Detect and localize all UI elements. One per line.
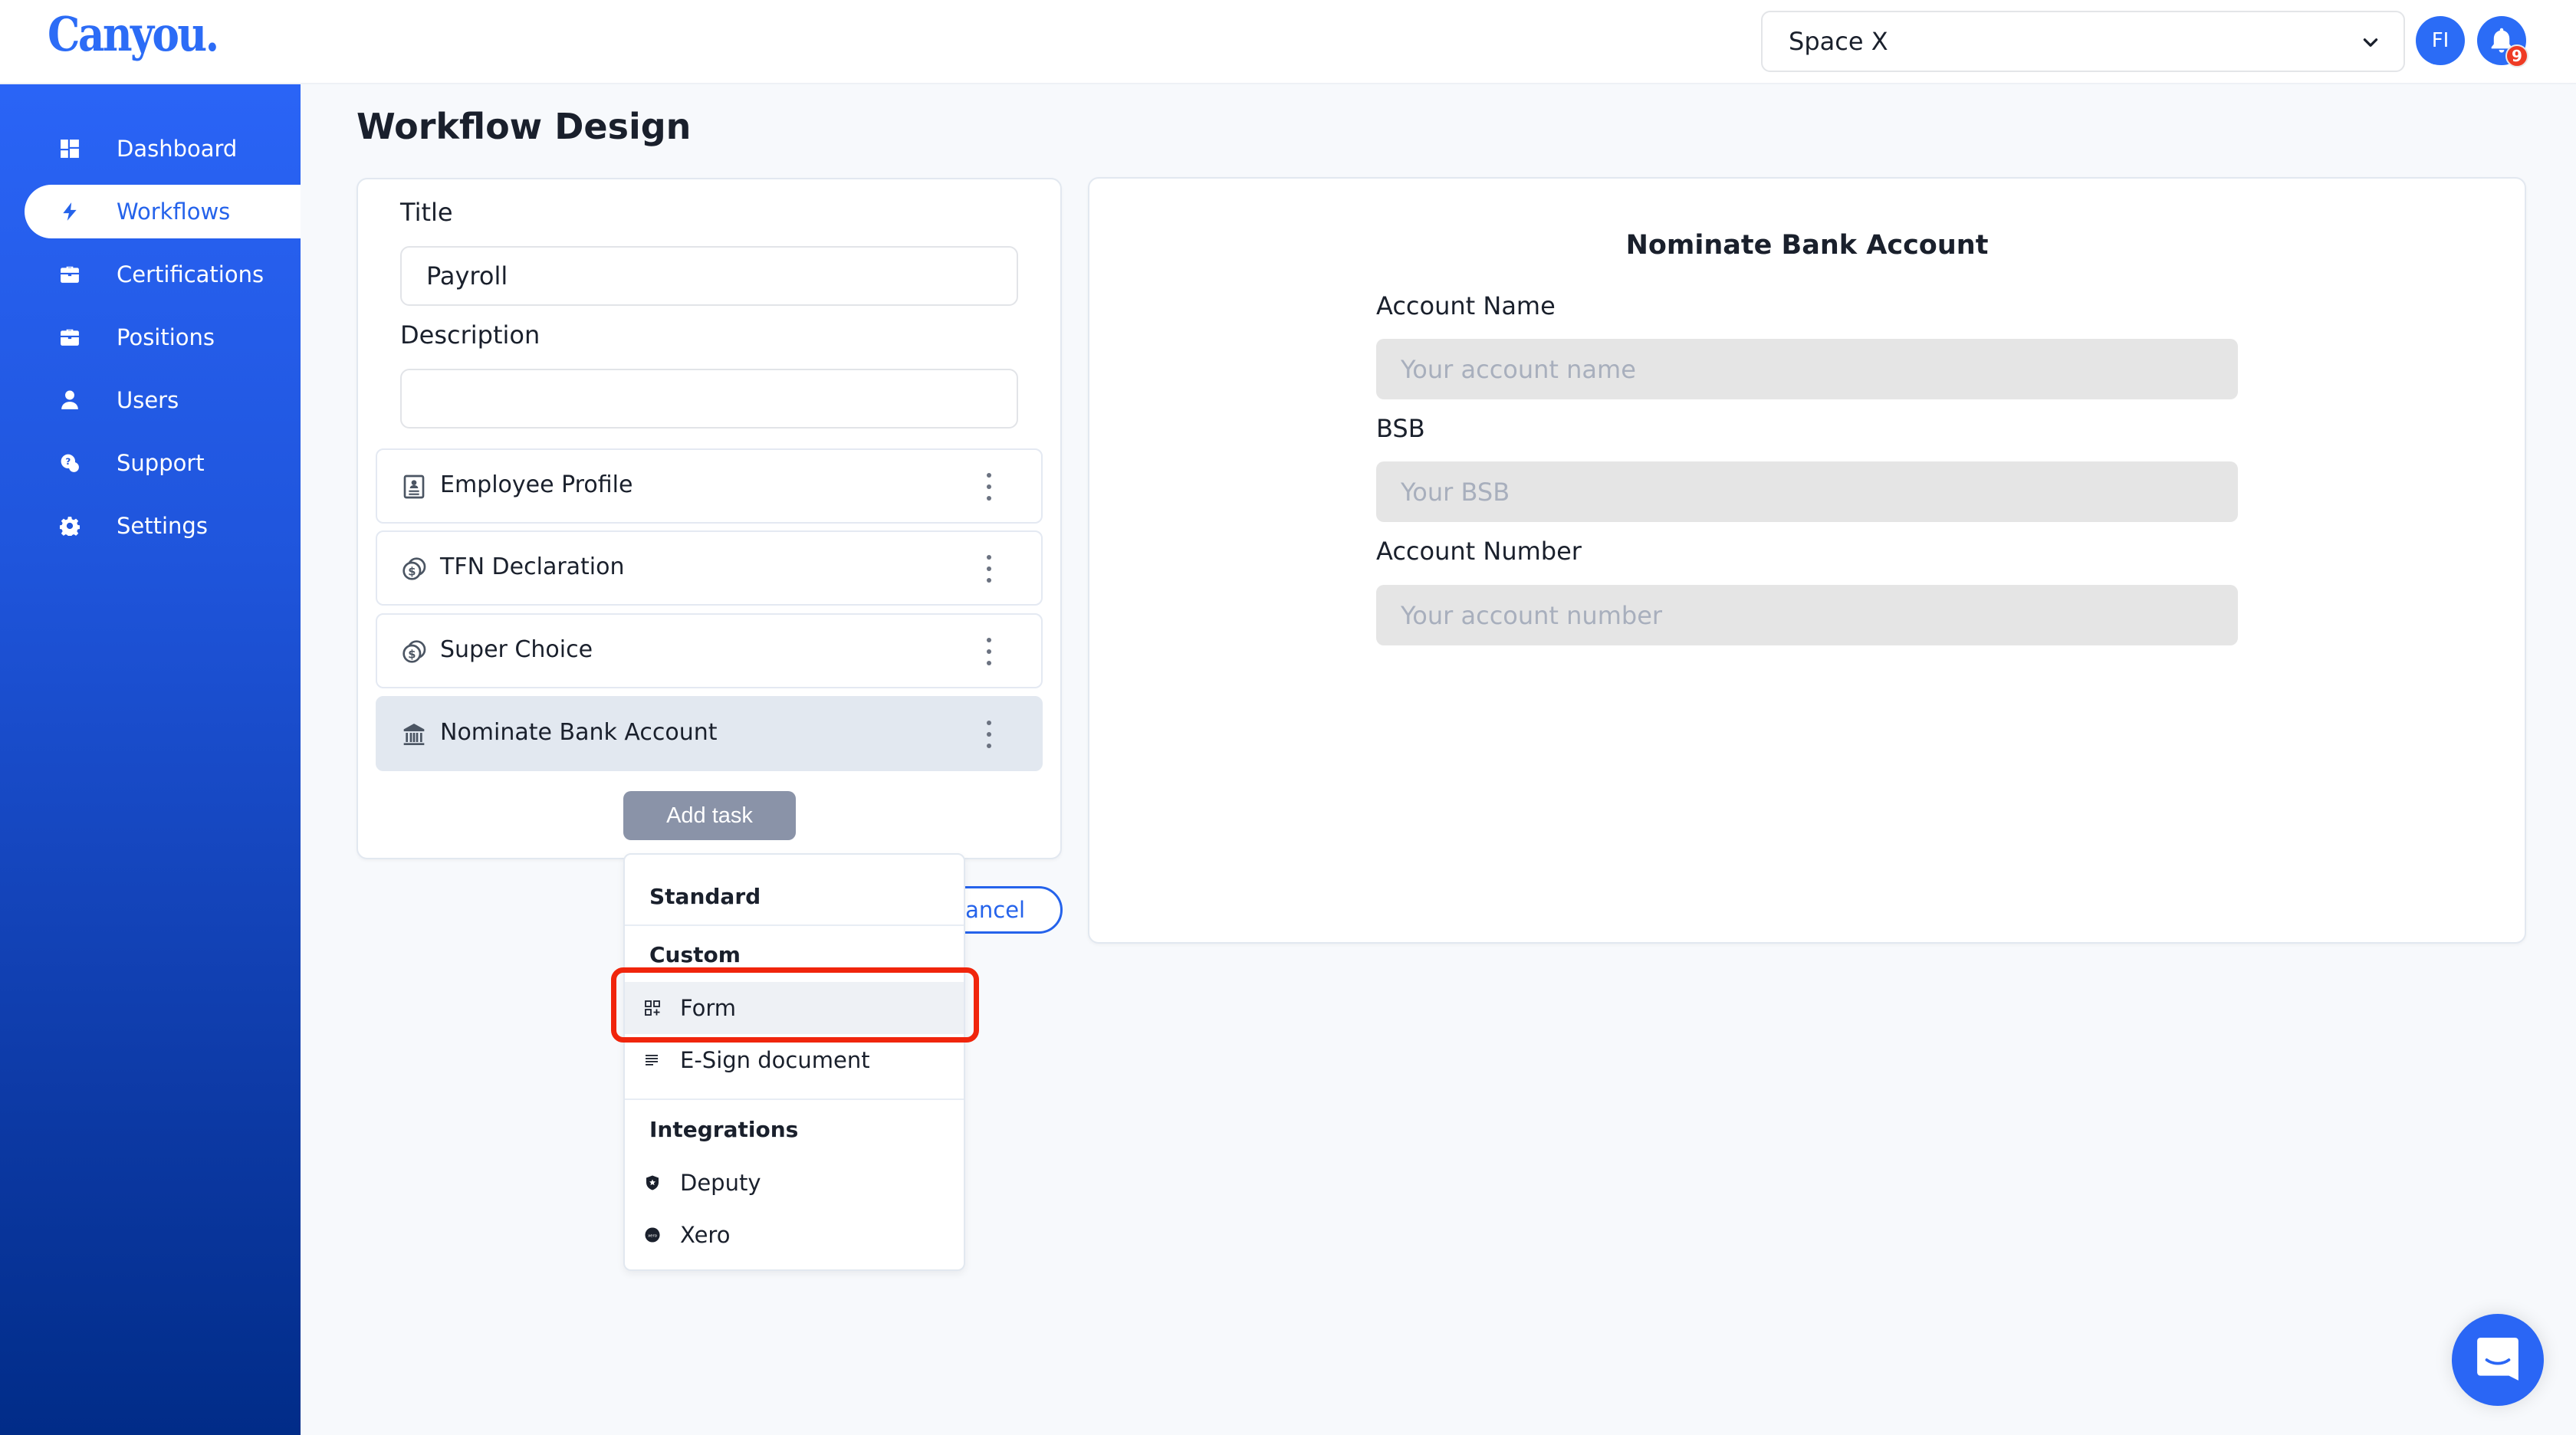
task-item-tfn-declaration[interactable]: $ TFN Declaration	[376, 530, 1043, 606]
bsb-input[interactable]	[1376, 461, 2238, 522]
title-label: Title	[400, 198, 453, 227]
page-title: Workflow Design	[356, 106, 692, 147]
task-item-super-choice[interactable]: $ Super Choice	[376, 613, 1043, 688]
add-task-button[interactable]: Add task	[623, 791, 796, 840]
sidebar-item-label: Certifications	[117, 261, 264, 287]
menu-section-integrations: Integrations	[649, 1117, 799, 1142]
svg-text:xero: xero	[648, 1233, 658, 1238]
briefcase-icon	[60, 327, 80, 347]
more-options-icon[interactable]	[983, 638, 995, 665]
menu-item-label: E-Sign document	[680, 1047, 870, 1073]
menu-item-label: Form	[680, 995, 737, 1021]
sidebar-item-label: Dashboard	[117, 136, 238, 162]
menu-section-standard[interactable]: Standard	[649, 884, 761, 909]
task-label: Nominate Bank Account	[440, 719, 718, 746]
chat-smile-icon	[2477, 1338, 2518, 1381]
canyou-logo[interactable]: Canyou.	[48, 6, 219, 62]
sidebar-item-workflows[interactable]: Workflows	[25, 185, 301, 238]
menu-item-label: Xero	[680, 1222, 731, 1248]
account-number-label: Account Number	[1376, 537, 1582, 566]
chevron-down-icon	[2363, 38, 2378, 47]
support-chat-icon: ?	[60, 453, 80, 473]
space-selector-value: Space X	[1789, 27, 1888, 56]
menu-divider	[625, 924, 964, 926]
account-name-label: Account Name	[1376, 291, 1556, 320]
sidebar-item-users[interactable]: Users	[25, 373, 301, 427]
more-options-icon[interactable]	[983, 555, 995, 583]
dashboard-icon	[60, 139, 80, 159]
sidebar-item-label: Positions	[117, 324, 215, 350]
task-label: Super Choice	[440, 636, 593, 663]
sidebar-item-label: Workflows	[117, 199, 231, 225]
menu-section-custom: Custom	[649, 942, 741, 967]
profile-card-icon	[403, 475, 425, 499]
notification-count-badge: 9	[2505, 44, 2528, 67]
form-grid-icon	[645, 1000, 660, 1016]
task-label: TFN Declaration	[440, 553, 625, 580]
sidebar-item-positions[interactable]: Positions	[25, 310, 301, 364]
user-icon	[60, 390, 80, 410]
lines-icon	[645, 1052, 660, 1068]
title-input[interactable]: Payroll	[400, 246, 1018, 306]
sidebar-item-support[interactable]: ? Support	[25, 436, 301, 490]
menu-divider	[625, 1098, 964, 1100]
more-options-icon[interactable]	[983, 473, 995, 501]
gear-icon	[60, 516, 80, 536]
add-task-menu: Standard Custom Form E-Sign document Int…	[623, 853, 965, 1271]
task-item-nominate-bank-account[interactable]: Nominate Bank Account	[376, 696, 1043, 771]
bsb-label: BSB	[1376, 414, 1425, 443]
sidebar-item-dashboard[interactable]: Dashboard	[25, 122, 301, 176]
menu-item-xero[interactable]: xero Xero	[625, 1209, 964, 1261]
task-item-employee-profile[interactable]: Employee Profile	[376, 448, 1043, 524]
lightning-icon	[60, 202, 80, 222]
space-selector[interactable]: Space X	[1761, 11, 2405, 72]
sidebar-item-label: Settings	[117, 513, 208, 539]
task-preview-card	[1088, 177, 2526, 944]
account-name-input[interactable]	[1376, 339, 2238, 399]
menu-item-label: Deputy	[680, 1170, 761, 1196]
sidebar: Dashboard Workflows Certifications Posit…	[0, 84, 301, 1435]
sidebar-item-certifications[interactable]: Certifications	[25, 248, 301, 301]
svg-text:$: $	[408, 649, 416, 662]
menu-item-form[interactable]: Form	[625, 982, 964, 1034]
avatar-initials: FI	[2431, 29, 2450, 52]
coins-icon: $	[402, 640, 426, 663]
sidebar-item-label: Support	[117, 450, 205, 476]
more-options-icon[interactable]	[983, 721, 995, 748]
briefcase-icon	[60, 264, 80, 284]
sidebar-item-settings[interactable]: Settings	[25, 499, 301, 553]
sidebar-item-label: Users	[117, 387, 179, 413]
menu-item-deputy[interactable]: Deputy	[625, 1157, 964, 1209]
top-header: Canyou. Space X FI 9	[0, 0, 2576, 84]
description-input[interactable]	[400, 369, 1018, 429]
title-input-value: Payroll	[426, 261, 508, 291]
deputy-shield-icon	[645, 1175, 660, 1190]
user-avatar[interactable]: FI	[2416, 16, 2465, 65]
xero-icon: xero	[645, 1227, 660, 1243]
bank-icon	[403, 724, 425, 745]
account-number-input[interactable]	[1376, 585, 2238, 645]
description-label: Description	[400, 320, 540, 350]
task-label: Employee Profile	[440, 471, 633, 498]
chat-widget-button[interactable]	[2452, 1314, 2544, 1406]
menu-item-e-sign-document[interactable]: E-Sign document	[625, 1034, 964, 1086]
preview-title: Nominate Bank Account	[1625, 230, 1989, 261]
coins-icon: $	[402, 557, 426, 580]
svg-text:$: $	[408, 566, 416, 579]
